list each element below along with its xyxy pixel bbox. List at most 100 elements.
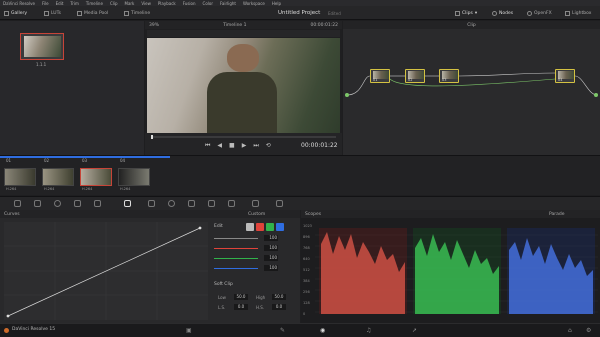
- media-pool-button[interactable]: Media Pool: [77, 6, 108, 20]
- clip-thumb-02[interactable]: [42, 168, 74, 186]
- color-page-icon[interactable]: ◉: [320, 327, 325, 334]
- home-icon[interactable]: ⌂: [568, 327, 572, 334]
- color-match-icon[interactable]: [34, 200, 41, 207]
- gallery-button[interactable]: Gallery: [4, 6, 27, 20]
- curve-intensity-luma[interactable]: 100: [214, 235, 278, 242]
- scopes-mode-dropdown[interactable]: Parade: [549, 212, 565, 217]
- timeline-name[interactable]: Timeline 1: [223, 23, 246, 28]
- motion-effects-icon[interactable]: [94, 200, 101, 207]
- lightbox-icon: [565, 10, 570, 16]
- menu-workspace[interactable]: Workspace: [243, 1, 265, 6]
- play-icon[interactable]: ▶: [242, 142, 247, 150]
- menu-playback[interactable]: Playback: [158, 1, 176, 6]
- timecode: 00:00:01:22: [301, 142, 338, 149]
- menu-help[interactable]: Help: [272, 1, 281, 6]
- menu-mark[interactable]: Mark: [125, 1, 135, 6]
- camera-raw-icon[interactable]: [14, 200, 21, 207]
- gallery-icon: [4, 10, 9, 16]
- clip-codec: H.264: [44, 187, 55, 191]
- green-channel-toggle[interactable]: [266, 223, 274, 231]
- ls-value[interactable]: 0.0: [234, 304, 248, 310]
- window-icon[interactable]: [168, 200, 175, 207]
- curve-intensity-red[interactable]: 100: [214, 245, 278, 252]
- blue-channel-toggle[interactable]: [276, 223, 284, 231]
- clip-thumb-03[interactable]: [80, 168, 112, 186]
- clip-number: 02: [44, 158, 50, 163]
- reverse-play-icon[interactable]: ◀: [217, 142, 222, 150]
- key-icon[interactable]: [228, 200, 235, 207]
- stop-icon[interactable]: ■: [229, 142, 235, 150]
- red-channel-toggle[interactable]: [256, 223, 264, 231]
- deliver-page-icon[interactable]: ➚: [412, 327, 417, 334]
- lightbox-button[interactable]: Lightbox: [565, 6, 591, 20]
- nodes-button[interactable]: Nodes: [492, 6, 513, 20]
- curves-icon[interactable]: [124, 200, 131, 207]
- palette-toolbar: [0, 196, 600, 210]
- qualifier-icon[interactable]: [148, 200, 155, 207]
- gallery-still[interactable]: [20, 33, 64, 60]
- media-page-icon[interactable]: ▣: [186, 327, 192, 334]
- menu-fusion[interactable]: Fusion: [183, 1, 196, 6]
- node-03[interactable]: 03: [439, 69, 459, 83]
- fairlight-page-icon[interactable]: ♫: [366, 327, 371, 334]
- high-value[interactable]: 50.0: [272, 294, 286, 300]
- settings-icon[interactable]: ⚙: [586, 327, 591, 334]
- timecode-top: 00:00:01:22: [310, 22, 338, 28]
- node-02[interactable]: 02: [405, 69, 425, 83]
- skip-forward-icon[interactable]: ⏭: [253, 142, 258, 150]
- node-output-dot[interactable]: [594, 93, 598, 97]
- zoom-level[interactable]: 39%: [149, 23, 159, 28]
- menu-fairlight[interactable]: Fairlight: [220, 1, 236, 6]
- color-wheels-icon[interactable]: [54, 200, 61, 207]
- curves-mode-dropdown[interactable]: Custom: [248, 212, 265, 217]
- resolve-logo-icon: [4, 328, 9, 333]
- curves-edit-section: Edit 100 100 100 100 Soft Clip Low 50.0 …: [212, 222, 298, 322]
- scope-tick: 512: [303, 268, 310, 272]
- timeline-button[interactable]: Timeline: [124, 6, 150, 20]
- sizing-icon[interactable]: [252, 200, 259, 207]
- edit-label: Edit: [214, 224, 223, 229]
- openfx-icon: [527, 10, 532, 16]
- node-input-dot[interactable]: [345, 93, 349, 97]
- menu-file[interactable]: File: [42, 1, 49, 6]
- luts-icon: [44, 10, 49, 16]
- menu-app[interactable]: DaVinci Resolve: [3, 1, 35, 6]
- node-connections: [346, 72, 598, 96]
- menu-timeline[interactable]: Timeline: [86, 1, 103, 6]
- menu-color[interactable]: Color: [203, 1, 213, 6]
- chevron-down-icon: ▾: [474, 10, 478, 16]
- parade-waveform: [315, 228, 598, 314]
- scope-tick: 384: [303, 279, 310, 283]
- tracker-icon[interactable]: [188, 200, 195, 207]
- clip-codec: H.264: [6, 187, 17, 191]
- clip-number: 04: [120, 158, 126, 163]
- openfx-button[interactable]: OpenFX: [527, 6, 552, 20]
- scrubber-track[interactable]: [151, 135, 336, 139]
- menu-trim[interactable]: Trim: [70, 1, 79, 6]
- loop-icon[interactable]: ⟲: [266, 142, 271, 150]
- scope-tick: 1023: [303, 224, 312, 228]
- still-thumbnail: [24, 36, 61, 57]
- low-value[interactable]: 50.0: [234, 294, 248, 300]
- curve-intensity-blue[interactable]: 100: [214, 265, 278, 272]
- clip-number: 01: [6, 158, 12, 163]
- clip-thumb-01[interactable]: [4, 168, 36, 186]
- fusion-page-icon[interactable]: ✎: [280, 327, 285, 334]
- link-channel-toggle[interactable]: [246, 223, 254, 231]
- curves-graph[interactable]: [4, 222, 208, 320]
- hs-value[interactable]: 0.0: [272, 304, 286, 310]
- node-04[interactable]: 04: [555, 69, 575, 83]
- stereo-3d-icon[interactable]: [276, 200, 283, 207]
- node-01[interactable]: 01: [370, 69, 390, 83]
- clips-button[interactable]: Clips ▾: [455, 6, 477, 20]
- blur-icon[interactable]: [208, 200, 215, 207]
- luts-button[interactable]: LUTs: [44, 6, 61, 20]
- menu-edit[interactable]: Edit: [56, 1, 64, 6]
- rgb-mixer-icon[interactable]: [74, 200, 81, 207]
- curve-intensity-green[interactable]: 100: [214, 255, 278, 262]
- skip-back-icon[interactable]: ⏮: [205, 142, 210, 150]
- clip-thumb-04[interactable]: [118, 168, 150, 186]
- menu-clip[interactable]: Clip: [110, 1, 118, 6]
- menu-view[interactable]: View: [141, 1, 151, 6]
- playhead[interactable]: [151, 135, 153, 139]
